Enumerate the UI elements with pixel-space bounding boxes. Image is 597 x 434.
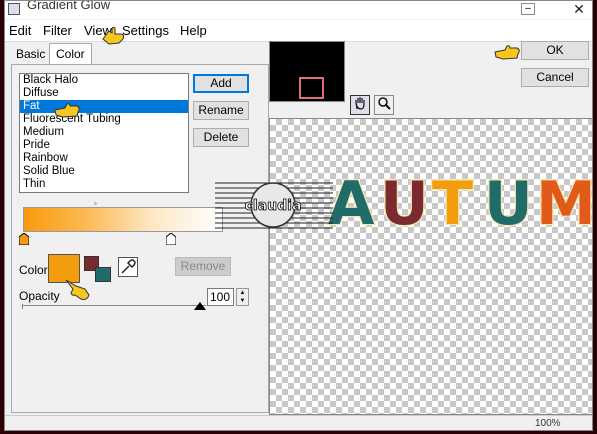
list-item[interactable]: Thin xyxy=(20,178,188,191)
list-item[interactable]: Fluorescent Tubing xyxy=(20,113,188,126)
color-label: Color xyxy=(19,263,48,277)
pointing-hand-icon xyxy=(65,279,90,300)
preview-letter: U xyxy=(380,169,429,239)
opacity-slider-thumb[interactable] xyxy=(194,302,206,310)
preview-text-art: AUTUMN xyxy=(327,168,593,241)
pointing-hand-icon xyxy=(54,103,80,118)
gradient-stop-end[interactable] xyxy=(166,233,176,245)
ok-button[interactable]: OK xyxy=(521,41,589,60)
gradient-glow-window: Gradient Glow – ✕ Edit Filter View Setti… xyxy=(4,0,593,431)
title-bar: Gradient Glow – ✕ xyxy=(5,1,592,19)
preview-letter: T xyxy=(432,169,473,239)
effects-list[interactable]: Black Halo Diffuse Fat Fluorescent Tubin… xyxy=(19,73,189,193)
menu-bar: Edit Filter View Settings Help xyxy=(5,20,592,42)
preview-navigator[interactable] xyxy=(269,41,345,102)
add-button[interactable]: Add xyxy=(193,74,249,93)
menu-filter[interactable]: Filter xyxy=(43,23,72,38)
pointing-hand-icon xyxy=(102,26,125,45)
status-bar: 100% xyxy=(5,415,592,430)
gradient-stop-start[interactable] xyxy=(19,233,29,245)
list-item[interactable]: Rainbow xyxy=(20,152,188,165)
window-title: Gradient Glow xyxy=(27,0,111,12)
preview-letter: A xyxy=(328,169,375,239)
list-item[interactable]: Solid Blue xyxy=(20,165,188,178)
preview-letter: N xyxy=(588,169,593,239)
preview-letter: M xyxy=(536,169,593,239)
close-button[interactable]: ✕ xyxy=(571,1,587,17)
svg-text:claudia: claudia xyxy=(245,198,302,214)
gradient-bar[interactable] xyxy=(23,207,223,232)
preview-letter: U xyxy=(484,169,533,239)
list-item[interactable]: Pride xyxy=(20,139,188,152)
color-swatch-tertiary[interactable] xyxy=(95,267,111,282)
delete-button[interactable]: Delete xyxy=(193,128,249,147)
opacity-slider-track[interactable] xyxy=(22,305,206,306)
minimize-button[interactable]: – xyxy=(521,3,535,15)
eyedropper-icon[interactable] xyxy=(118,257,138,277)
magnifier-icon[interactable] xyxy=(374,95,394,115)
list-item-selected[interactable]: Fat xyxy=(20,100,188,113)
menu-edit[interactable]: Edit xyxy=(9,23,31,38)
list-item[interactable]: Diffuse xyxy=(20,87,188,100)
opacity-spinner[interactable]: ▲ ▼ xyxy=(236,288,249,306)
pointing-hand-icon xyxy=(494,45,520,60)
remove-button[interactable]: Remove xyxy=(175,257,231,276)
claudia-watermark: claudia xyxy=(215,182,333,229)
menu-settings[interactable]: Settings xyxy=(122,23,169,38)
preview-canvas[interactable]: AUTUMN xyxy=(269,118,593,415)
preview-viewport-rect[interactable] xyxy=(299,77,324,99)
app-icon xyxy=(8,3,20,15)
tab-basic[interactable]: Basic xyxy=(9,43,52,63)
hand-icon[interactable] xyxy=(350,95,370,115)
cancel-button[interactable]: Cancel xyxy=(521,68,589,87)
opacity-slider-tick xyxy=(22,304,23,309)
opacity-label: Opacity xyxy=(19,289,60,303)
rename-button[interactable]: Rename xyxy=(193,101,249,120)
opacity-input[interactable]: 100 xyxy=(207,288,234,306)
list-item[interactable]: Medium xyxy=(20,126,188,139)
tab-color[interactable]: Color xyxy=(49,43,92,65)
menu-help[interactable]: Help xyxy=(180,23,207,38)
list-item[interactable]: Black Halo xyxy=(20,74,188,87)
zoom-readout: 100% xyxy=(535,418,561,429)
